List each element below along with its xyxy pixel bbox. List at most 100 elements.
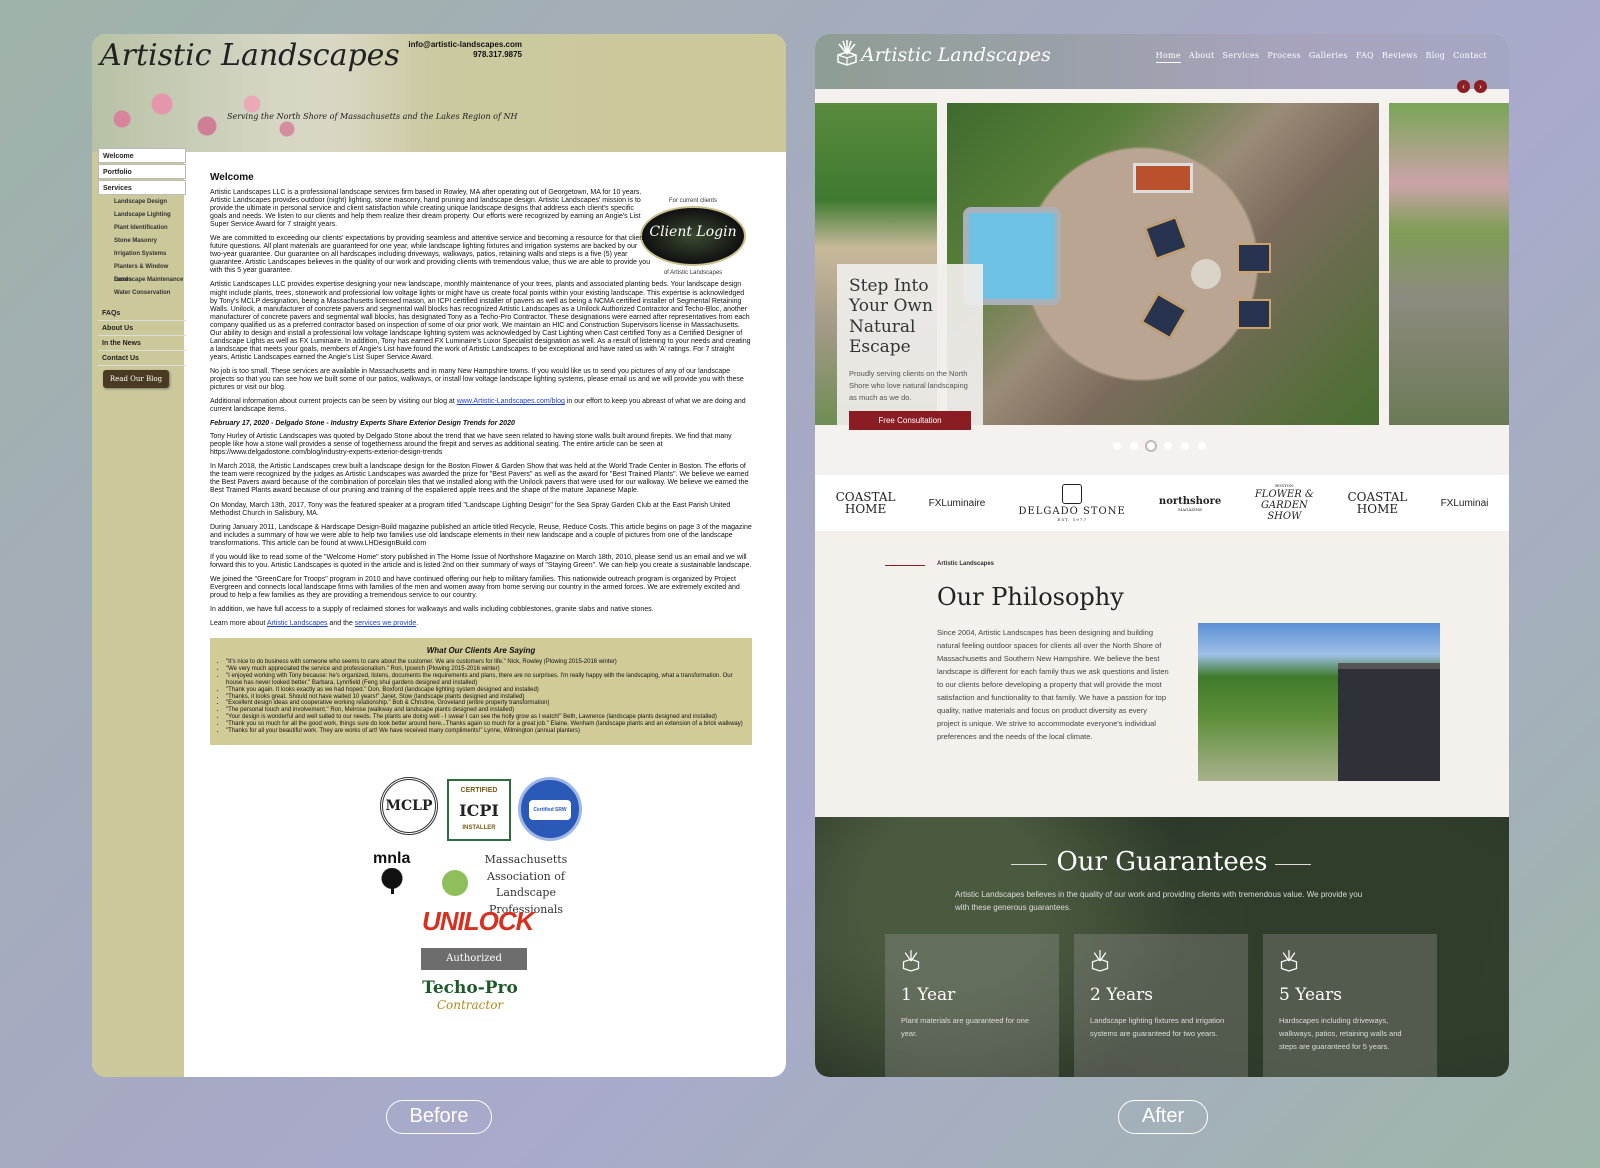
- chair: [1140, 292, 1188, 340]
- old-email-link[interactable]: info@artistic-landscapes.com: [346, 40, 522, 49]
- nav-contact[interactable]: Contact: [1453, 51, 1487, 63]
- nav-welcome[interactable]: Welcome: [98, 148, 186, 163]
- slider-dot[interactable]: [1130, 442, 1138, 450]
- old-nav: Welcome Portfolio Services Landscape Des…: [98, 148, 186, 366]
- guarantees-section: Our Guarantees Artistic Landscapes belie…: [815, 817, 1509, 1077]
- blog-paragraph: Additional information about current pro…: [210, 398, 752, 414]
- testimonial: "We very much appreciated the service an…: [226, 666, 744, 673]
- nav-sub-item[interactable]: Irrigation Systems: [98, 248, 186, 261]
- hero-title: Step Into Your Own Natural Escape: [849, 276, 933, 358]
- malp-badge: Massachusetts Association of Landscape P…: [442, 852, 592, 916]
- nav-faqs[interactable]: FAQs: [98, 306, 186, 321]
- testimonial: "Thanks for all your beautiful work. The…: [226, 728, 744, 735]
- nav-sub-item[interactable]: Landscape Lighting: [98, 209, 186, 222]
- news-paragraph: In March 2018, the Artistic Landscapes c…: [210, 463, 749, 495]
- plant-icon: [1280, 950, 1298, 972]
- paragraph: Artistic Landscapes LLC provides experti…: [210, 281, 751, 361]
- nav-sub-item[interactable]: Stone Masonry: [98, 235, 186, 248]
- slider-dot[interactable]: [1113, 442, 1121, 450]
- read-blog-button[interactable]: Read Our Blog: [103, 370, 169, 388]
- tree-icon: [377, 868, 407, 894]
- guarantees-title: Our Guarantees: [1056, 847, 1268, 877]
- about-link[interactable]: Artistic Landscapes: [267, 620, 328, 627]
- nav-reviews[interactable]: Reviews: [1382, 51, 1418, 63]
- learn-post: .: [416, 620, 419, 628]
- services-link[interactable]: services we provide: [355, 620, 416, 627]
- new-nav: Home About Services Process Galleries FA…: [1155, 51, 1487, 63]
- logo-plant-icon: [837, 40, 857, 66]
- hero-text: Proudly serving clients on the North Sho…: [849, 368, 968, 402]
- icpi-badge: CERTIFIED ICPI INSTALLER: [447, 779, 511, 841]
- nav-sub-item[interactable]: Plant Identification: [98, 222, 186, 235]
- nav-services[interactable]: Services: [1222, 51, 1259, 63]
- guarantee-text: Landscape lighting fixtures and irrigati…: [1090, 1016, 1225, 1038]
- mnla-badge: mnla: [373, 850, 433, 902]
- techo-sub: Contractor: [436, 998, 504, 1012]
- learn-mid: and the: [327, 620, 355, 628]
- nav-galleries[interactable]: Galleries: [1309, 51, 1348, 63]
- free-consultation-button[interactable]: Free Consultation: [849, 410, 971, 430]
- nav-sub-item[interactable]: Water Conservation: [98, 287, 186, 300]
- learn-pre: Learn more about: [210, 620, 267, 628]
- hero-slide-right: [1389, 103, 1509, 425]
- guarantee-title: 5 Years: [1279, 985, 1343, 1005]
- old-main-content: Welcome Artistic Landscapes LLC is a pro…: [210, 152, 752, 745]
- partner-logo: COASTAL HOME: [1347, 490, 1408, 516]
- partner-logo-name: FLOWER & GARDEN SHOW: [1254, 488, 1314, 522]
- old-tagline: Serving the North Shore of Massachusetts…: [227, 112, 518, 121]
- icpi-label: ICPI: [459, 801, 499, 820]
- slider-arrows: ‹ ›: [1457, 80, 1487, 93]
- nav-services[interactable]: Services: [98, 180, 186, 195]
- new-logo[interactable]: Artistic Landscapes: [861, 44, 1051, 66]
- nav-about[interactable]: About: [1189, 51, 1215, 63]
- testimonial: "Your design is wonderful and well suite…: [226, 714, 744, 721]
- unilock-logo: UNILOCK: [422, 906, 534, 936]
- testimonials-title: What Our Clients Are Saying: [426, 646, 536, 656]
- partner-logo: FXLuminai: [1440, 497, 1489, 509]
- nav-blog[interactable]: Blog: [1426, 51, 1446, 63]
- partner-logo-flower-show: BOSTON FLOWER & GARDEN SHOW: [1254, 483, 1314, 522]
- welcome-heading: Welcome: [210, 172, 254, 183]
- icpi-top: CERTIFIED: [460, 787, 498, 794]
- leaf-icon: [442, 870, 468, 896]
- icpi-bottom: INSTALLER: [462, 825, 496, 831]
- nav-contact[interactable]: Contact Us: [98, 351, 186, 366]
- nav-process[interactable]: Process: [1267, 51, 1301, 63]
- eyebrow-line: [885, 565, 925, 566]
- nav-sub-item[interactable]: Landscape Maintenance: [98, 274, 186, 287]
- northshore-sub: MAGAZINE: [1178, 506, 1202, 512]
- nav-sub-item[interactable]: Landscape Design: [98, 196, 186, 209]
- nav-sub-item[interactable]: Planters & Window Boxes: [98, 261, 186, 283]
- slider-dot[interactable]: [1198, 442, 1206, 450]
- news-paragraph: We joined the "GreenCare for Troops" pro…: [210, 575, 740, 599]
- philosophy-text: Since 2004, Artistic Landscapes has been…: [937, 628, 1169, 741]
- nav-home[interactable]: Home: [1155, 51, 1181, 63]
- prev-arrow-icon[interactable]: ‹: [1457, 80, 1470, 93]
- new-header: Artistic Landscapes Home About Services …: [815, 34, 1509, 89]
- malp-label: Massachusetts Association of Landscape P…: [484, 853, 568, 916]
- blog-link[interactable]: www.Artistic-Landscapes.com/blog: [457, 398, 565, 405]
- srw-badge: Certified SRW Installer: [518, 777, 582, 841]
- nav-news[interactable]: In the News: [98, 336, 186, 351]
- slider-dot[interactable]: [1181, 442, 1189, 450]
- paragraph: We are committed to exceeding our client…: [210, 235, 651, 275]
- learn-more: Learn more about Artistic Landscapes and…: [210, 620, 752, 628]
- philosophy-section: Artistic Landscapes Our Philosophy Since…: [815, 531, 1509, 817]
- nav-portfolio[interactable]: Portfolio: [98, 164, 186, 179]
- philosophy-title: Our Philosophy: [937, 583, 1124, 611]
- plant-icon: [902, 950, 920, 972]
- news-paragraph: On Monday, March 13th, 2017, Tony was th…: [210, 501, 731, 517]
- testimonial: "Thank you so much for all the good work…: [226, 721, 744, 728]
- slider-dot-active[interactable]: [1147, 442, 1155, 450]
- partner-logo-name: DELGADO STONE: [1018, 506, 1126, 517]
- next-arrow-icon[interactable]: ›: [1474, 80, 1487, 93]
- news-paragraph: If you would like to read some of the "W…: [210, 553, 752, 569]
- nav-faq[interactable]: FAQ: [1356, 51, 1374, 63]
- testimonial: "It's nice to do business with someone w…: [226, 659, 744, 666]
- guarantee-text: Plant materials are guaranteed for one y…: [901, 1016, 1029, 1038]
- nav-about[interactable]: About Us: [98, 321, 186, 336]
- slider-dot[interactable]: [1164, 442, 1172, 450]
- unilock-sub: Authorized Contractor: [421, 948, 527, 986]
- testimonial: "Thank you again. It looks exactly as we…: [226, 687, 744, 694]
- news-paragraph: During January 2011, Landscape & Hardsca…: [210, 523, 752, 547]
